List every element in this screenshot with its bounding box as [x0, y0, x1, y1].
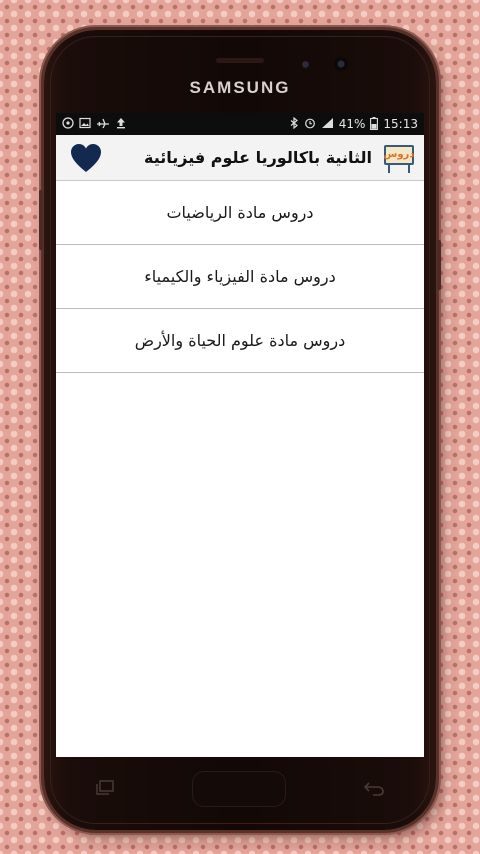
earpiece-speaker	[216, 58, 264, 63]
app-bar: الثانية باكالوريا علوم فيزيائية دروس	[56, 135, 424, 181]
back-icon[interactable]	[363, 777, 385, 801]
app-title: الثانية باكالوريا علوم فيزيائية	[143, 148, 372, 167]
volume-button	[39, 190, 43, 250]
app-logo-stand	[388, 164, 410, 173]
app-logo-icon: دروس	[382, 143, 416, 173]
system-icons: 41% 15:13	[290, 116, 418, 132]
list-item-life-earth-sciences[interactable]: دروس مادة علوم الحياة والأرض	[56, 309, 424, 373]
phone-screen: 41% 15:13 الثانية باكالوريا علوم فيزيائي…	[56, 113, 424, 757]
front-camera	[334, 57, 348, 71]
alarm-icon	[304, 117, 316, 131]
brand-logo: SAMSUNG	[189, 78, 291, 97]
app-title-group: الثانية باكالوريا علوم فيزيائية دروس	[144, 143, 416, 173]
battery-icon	[370, 116, 379, 132]
upload-icon	[115, 117, 127, 131]
bluetooth-icon	[290, 116, 299, 131]
status-bar: 41% 15:13	[56, 113, 424, 135]
recent-apps-icon[interactable]	[95, 777, 115, 801]
subject-list: دروس مادة الرياضيات دروس مادة الفيزياء و…	[56, 181, 424, 373]
whatsapp-icon	[62, 117, 74, 131]
hardware-nav-bar	[56, 760, 424, 818]
notification-icons	[62, 117, 127, 131]
airplane-icon	[96, 117, 110, 131]
signal-icon	[321, 117, 334, 131]
favorite-heart-icon[interactable]	[70, 142, 104, 174]
battery-percent: 41%	[338, 117, 366, 131]
image-icon	[79, 117, 91, 131]
clock: 15:13	[383, 117, 418, 131]
sensor-dot	[302, 61, 309, 68]
list-item-math[interactable]: دروس مادة الرياضيات	[56, 181, 424, 245]
power-button	[437, 240, 441, 290]
app-logo-board: دروس	[384, 144, 414, 165]
home-button[interactable]	[191, 771, 286, 807]
list-item-physics-chemistry[interactable]: دروس مادة الفيزياء والكيمياء	[56, 245, 424, 309]
